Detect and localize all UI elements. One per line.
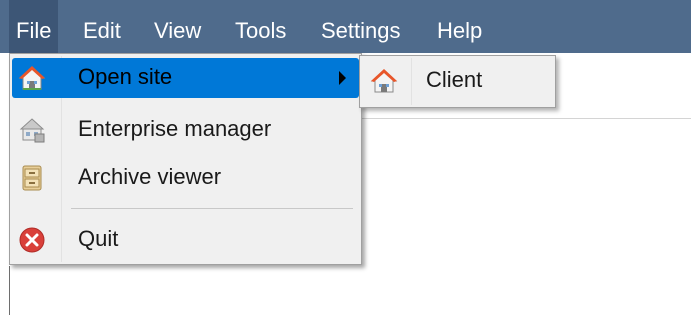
menu-view[interactable]: View <box>147 0 208 53</box>
menu-item-label: Archive viewer <box>78 164 222 189</box>
quit-icon <box>18 226 46 254</box>
menu-bar: File Edit View Tools Settings Help <box>0 0 691 53</box>
file-menu-dropdown: Open site Enterprise manager Archive vie… <box>9 53 362 265</box>
window-left-border <box>9 266 10 315</box>
menu-item-label: Open site <box>78 64 173 89</box>
menu-settings[interactable]: Settings <box>314 0 408 53</box>
submenu-arrow-icon <box>339 71 346 85</box>
menu-edit[interactable]: Edit <box>76 0 128 53</box>
menu-separator <box>71 208 353 209</box>
archive-cabinet-icon <box>18 164 46 192</box>
menu-item-label: Quit <box>78 226 119 251</box>
menu-item-quit[interactable]: Quit <box>12 220 359 260</box>
menu-item-label: Enterprise manager <box>78 116 272 141</box>
menu-tools[interactable]: Tools <box>228 0 293 53</box>
open-site-submenu: Client <box>359 55 556 108</box>
menu-item-enterprise-manager[interactable]: Enterprise manager <box>12 110 359 150</box>
submenu-item-label: Client <box>426 67 483 92</box>
menu-item-open-site[interactable]: Open site <box>12 58 359 98</box>
enterprise-icon <box>18 116 46 144</box>
menu-item-archive-viewer[interactable]: Archive viewer <box>12 158 359 198</box>
menu-help[interactable]: Help <box>430 0 489 53</box>
menu-file[interactable]: File <box>9 0 59 53</box>
home-icon <box>18 64 46 92</box>
home-icon <box>370 67 398 95</box>
submenu-item-client[interactable]: Client <box>362 61 553 101</box>
toolbar-divider <box>360 118 691 119</box>
